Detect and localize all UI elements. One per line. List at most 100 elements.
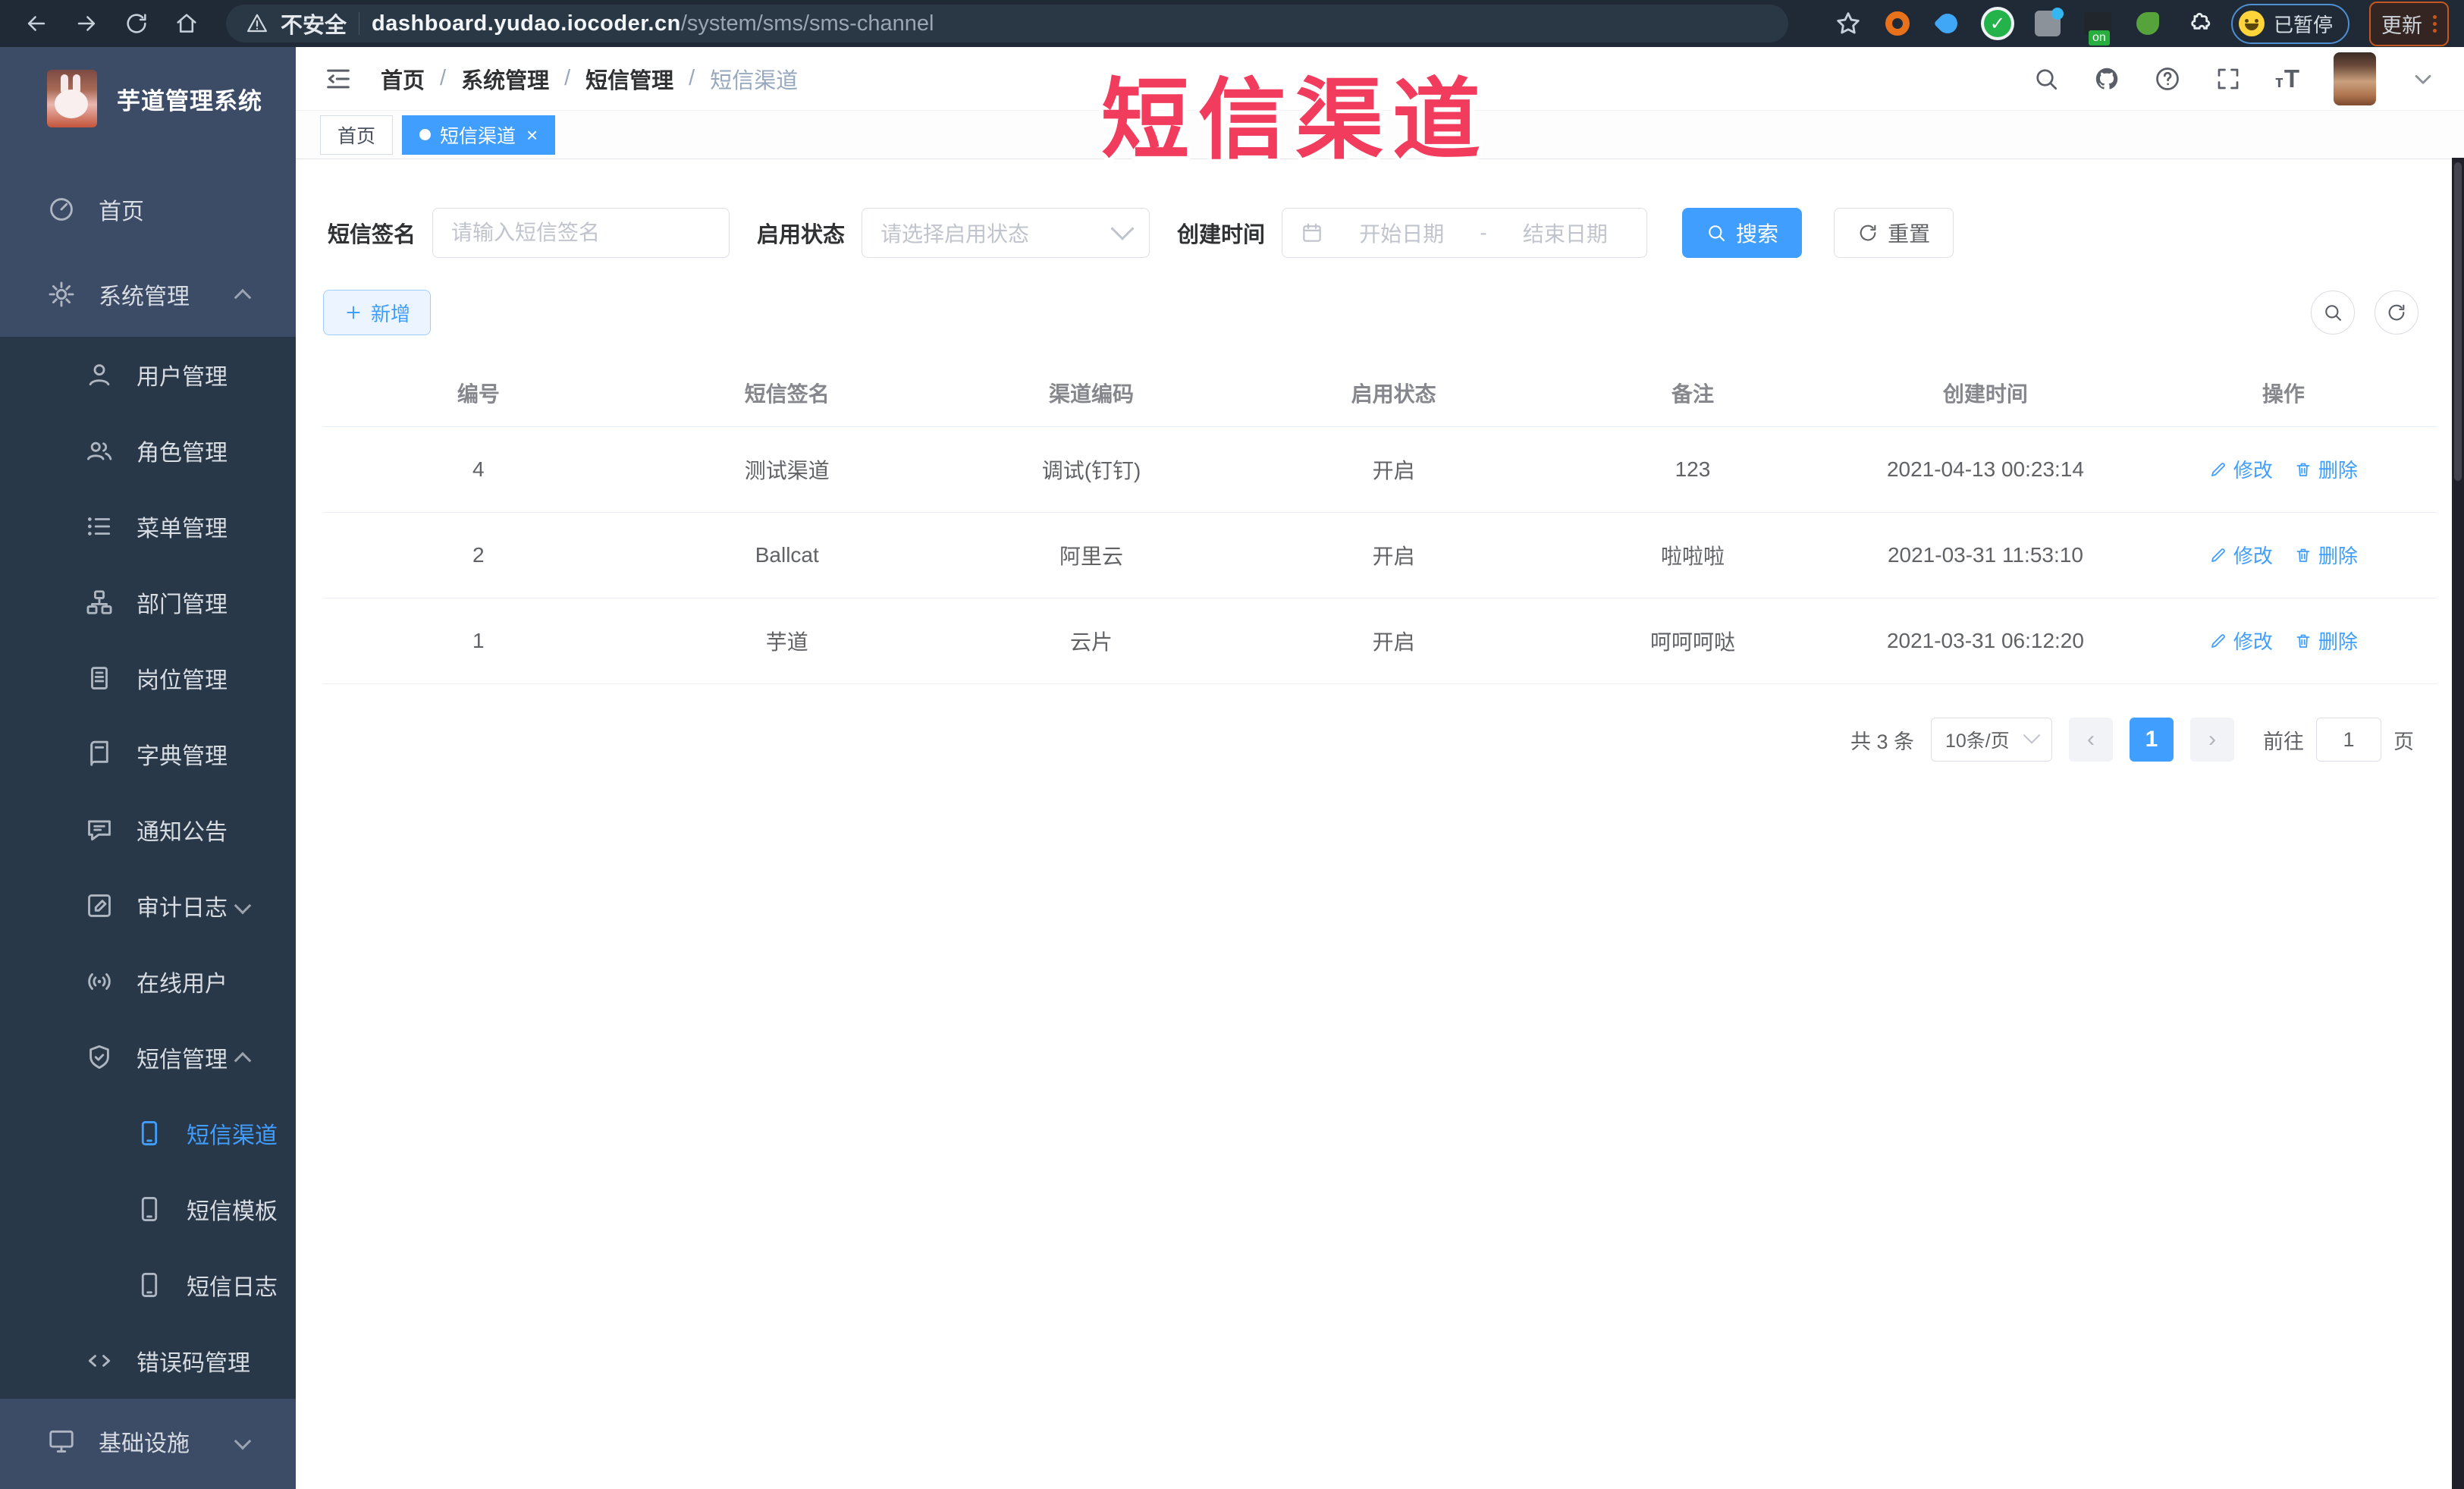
cell-sign: 测试渠道: [633, 426, 940, 513]
browser-back-button[interactable]: [15, 5, 58, 42]
chevron-down-icon[interactable]: [2409, 65, 2437, 93]
toggle-search-button[interactable]: [2311, 291, 2355, 335]
cell-created: 2021-03-31 06:12:20: [1841, 598, 2130, 684]
breadcrumb-item[interactable]: 系统管理: [461, 63, 549, 95]
sidebar-item-audit-log[interactable]: 审计日志: [0, 868, 296, 944]
reset-button[interactable]: 重置: [1834, 208, 1954, 258]
tab-close-icon[interactable]: ×: [526, 125, 538, 145]
edit-button[interactable]: 修改: [2209, 541, 2273, 569]
browser-scrollbar[interactable]: [2452, 158, 2464, 1489]
cell-created: 2021-03-31 11:53:10: [1841, 512, 2130, 598]
help-icon[interactable]: [2154, 65, 2181, 93]
sidebar-item-menu-mgmt[interactable]: 菜单管理: [0, 488, 296, 564]
extension-grid-icon[interactable]: [2032, 8, 2064, 39]
fullscreen-icon[interactable]: [2214, 65, 2242, 93]
tab-0[interactable]: 首页: [320, 115, 394, 155]
paused-label: 已暂停: [2273, 13, 2333, 36]
total-count-label: 共 3 条: [1850, 730, 1914, 753]
search-button[interactable]: 搜索: [1682, 208, 1803, 258]
cell-code: 云片: [940, 598, 1243, 684]
delete-button-label: 删除: [2318, 459, 2358, 482]
search-icon[interactable]: [2032, 65, 2060, 93]
delete-button[interactable]: 删除: [2294, 627, 2358, 655]
sidebar-item-system-mgmt[interactable]: 系统管理: [0, 252, 296, 337]
sidebar-item-dict-mgmt[interactable]: 字典管理: [0, 716, 296, 792]
sidebar-item-user-mgmt[interactable]: 用户管理: [0, 337, 296, 413]
sidebar-item-sms-log[interactable]: 短信日志: [0, 1247, 296, 1323]
sign-input[interactable]: [451, 221, 711, 245]
audit-log-icon: [85, 891, 114, 920]
browser-reload-button[interactable]: [115, 5, 158, 42]
github-icon[interactable]: [2093, 65, 2120, 93]
edit-button-label: 修改: [2233, 545, 2273, 568]
extension-dark-on-icon[interactable]: [2083, 8, 2113, 46]
app-window: 芋道管理系统 首页 系统管理 用户管理 角色管理 菜单管理 部门管理 岗位管理 字典管理 通知公…: [0, 47, 2464, 1489]
sidebar-item-infrastructure[interactable]: 基础设施: [0, 1399, 296, 1484]
edit-button[interactable]: 修改: [2209, 627, 2273, 655]
table-header-row: 编号 短信签名 渠道编码 启用状态 备注 创建时间 操作: [323, 358, 2437, 427]
browser-menu-dots-icon[interactable]: [2433, 14, 2437, 33]
extension-leaf-icon[interactable]: [2133, 8, 2163, 39]
sidebar-item-label: 短信渠道: [187, 1123, 278, 1148]
calendar-icon: [1301, 221, 1323, 244]
sidebar-item-sms-channel[interactable]: 短信渠道: [0, 1095, 296, 1171]
sidebar-item-error-code-mgmt[interactable]: 错误码管理: [0, 1323, 296, 1399]
browser-forward-button[interactable]: [65, 5, 108, 42]
end-date-placeholder[interactable]: 结束日期: [1502, 218, 1628, 248]
delete-button[interactable]: 删除: [2294, 541, 2358, 569]
sidebar-collapse-icon[interactable]: [323, 64, 353, 94]
goto-page-input[interactable]: [2316, 718, 2381, 762]
tab-label: 短信渠道: [440, 125, 516, 147]
code-icon: [85, 1346, 114, 1375]
scrollbar-thumb[interactable]: [2454, 162, 2462, 481]
chevron-down-icon: [234, 897, 252, 915]
sidebar-item-sms-mgmt[interactable]: 短信管理: [0, 1019, 296, 1095]
prev-page-button[interactable]: ‹: [2069, 718, 2113, 762]
font-size-icon[interactable]: тT: [2275, 64, 2300, 93]
refresh-table-button[interactable]: [2375, 291, 2418, 335]
delete-trash-icon: [2294, 460, 2312, 479]
sidebar-item-home[interactable]: 首页: [0, 167, 296, 252]
browser-home-button[interactable]: [165, 5, 208, 42]
add-button[interactable]: 新增: [323, 290, 432, 335]
extension-blue-drop-icon[interactable]: [1932, 8, 1963, 39]
browser-update-button[interactable]: 更新: [2369, 1, 2449, 46]
breadcrumb-item: 短信渠道: [710, 68, 799, 93]
user-icon: [85, 360, 114, 389]
sidebar-item-dept-mgmt[interactable]: 部门管理: [0, 564, 296, 640]
page-number-button[interactable]: 1: [2130, 718, 2174, 762]
sidebar-item-role-mgmt[interactable]: 角色管理: [0, 413, 296, 488]
table-toolbar: 新增: [323, 290, 2437, 335]
plus-icon: [344, 303, 363, 322]
address-bar[interactable]: 不安全 dashboard.yudao.iocoder.cn/system/sm…: [226, 5, 1788, 42]
breadcrumb-item[interactable]: 首页: [381, 63, 425, 95]
edit-button[interactable]: 修改: [2209, 455, 2273, 483]
tab-active[interactable]: 短信渠道 ×: [402, 115, 556, 155]
extension-green-check-icon[interactable]: ✓: [1982, 8, 2013, 39]
sidebar-item-notice[interactable]: 通知公告: [0, 792, 296, 868]
cell-actions: 修改 删除: [2130, 512, 2437, 598]
delete-button[interactable]: 删除: [2294, 455, 2358, 483]
time-filter-label: 创建时间: [1177, 223, 1266, 247]
start-date-placeholder[interactable]: 开始日期: [1339, 218, 1464, 248]
avatar[interactable]: [2334, 52, 2376, 105]
extensions-puzzle-icon[interactable]: [2183, 9, 2211, 38]
sidebar-item-online-users[interactable]: 在线用户: [0, 944, 296, 1019]
breadcrumb-item[interactable]: 短信管理: [585, 63, 673, 95]
sidebar-item-post-mgmt[interactable]: 岗位管理: [0, 640, 296, 716]
date-range-picker[interactable]: 开始日期 - 结束日期: [1282, 208, 1648, 258]
page-size-select[interactable]: 10条/页: [1931, 718, 2052, 762]
sidebar-item-sms-template[interactable]: 短信模板: [0, 1171, 296, 1247]
cell-status: 开启: [1242, 426, 1545, 513]
extension-orange-ring-icon[interactable]: [1882, 8, 1913, 39]
status-select[interactable]: 请选择启用状态: [862, 208, 1150, 258]
bookmark-star-icon[interactable]: [1834, 9, 1863, 38]
sidebar-item-label: 在线用户: [137, 972, 228, 997]
sidebar-logo-row[interactable]: 芋道管理系统: [0, 47, 296, 147]
cell-id: 2: [323, 512, 634, 598]
next-page-button[interactable]: ›: [2190, 718, 2234, 762]
paused-pill-button[interactable]: 已暂停: [2230, 3, 2349, 44]
reload-icon: [124, 11, 149, 36]
sidebar-item-label: 审计日志: [137, 896, 228, 921]
security-warning-icon: [246, 12, 268, 35]
